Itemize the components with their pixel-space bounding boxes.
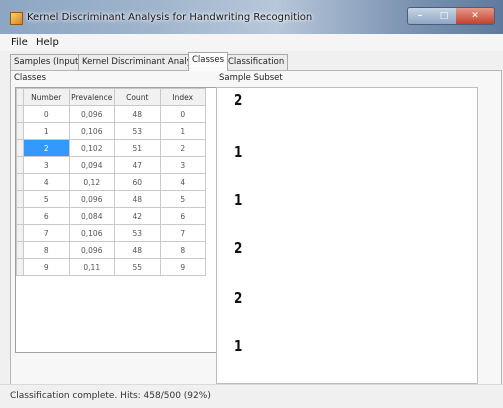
title-bar[interactable]: Kernel Discriminant Analysis for Handwri… — [0, 0, 503, 34]
column-header-count[interactable]: Count — [114, 88, 161, 106]
cell-prevalence[interactable]: 0,106 — [68, 224, 115, 242]
cell-count[interactable]: 60 — [114, 173, 161, 191]
row-header-corner — [16, 88, 24, 106]
cell-number[interactable]: 7 — [23, 224, 70, 242]
cell-number[interactable]: 9 — [23, 258, 70, 276]
tab-classes[interactable]: Classes — [188, 52, 229, 71]
cell-count[interactable]: 53 — [114, 224, 161, 242]
row-header[interactable] — [16, 173, 24, 191]
table-row[interactable]: 0 0,096 48 0 — [16, 105, 206, 123]
cell-count[interactable]: 42 — [114, 207, 161, 225]
column-header-index[interactable]: Index — [159, 88, 206, 106]
classes-group-label: Classes — [14, 73, 47, 83]
row-header[interactable] — [16, 207, 24, 225]
menu-bar: File Help — [0, 34, 503, 51]
cell-index[interactable]: 5 — [159, 190, 206, 208]
minimize-button[interactable]: – — [408, 8, 432, 24]
cell-count[interactable]: 51 — [114, 139, 161, 157]
grid-header-row: Number Prevalence Count Index — [16, 88, 206, 106]
cell-number[interactable]: 8 — [23, 241, 70, 259]
table-row[interactable]: 2 0,102 51 2 — [16, 139, 206, 157]
cell-index[interactable]: 0 — [159, 105, 206, 123]
tab-classification[interactable]: Classification — [224, 54, 289, 70]
cell-prevalence[interactable]: 0,102 — [68, 139, 115, 157]
sample-subset-panel: 2 1 1 2 2 1 — [216, 87, 478, 384]
cell-prevalence[interactable]: 0,106 — [68, 122, 115, 140]
cell-number[interactable]: 2 — [23, 139, 70, 157]
sample-digit-image: 2 — [234, 239, 243, 257]
cell-prevalence[interactable]: 0,096 — [68, 241, 115, 259]
tab-samples-input[interactable]: Samples (Input) — [10, 54, 86, 70]
cell-number[interactable]: 4 — [23, 173, 70, 191]
classes-grid[interactable]: Number Prevalence Count Index 0 0,096 48 0 1… — [15, 87, 217, 353]
sample-digit-image: 2 — [234, 289, 243, 307]
row-header[interactable] — [16, 122, 24, 140]
cell-index[interactable]: 9 — [159, 258, 206, 276]
sample-digit-image: 1 — [234, 191, 243, 209]
cell-index[interactable]: 7 — [159, 224, 206, 242]
table-row[interactable]: 3 0,094 47 3 — [16, 156, 206, 174]
tab-strip: Samples (Input) Kernel Discriminant Anal… — [10, 52, 430, 71]
table-row[interactable]: 8 0,096 48 8 — [16, 241, 206, 259]
row-header[interactable] — [16, 156, 24, 174]
sample-subset-group-label: Sample Subset — [219, 73, 283, 83]
status-text: Classification complete. Hits: 458/500 (… — [10, 391, 211, 401]
table-row[interactable]: 5 0,096 48 5 — [16, 190, 206, 208]
cell-prevalence[interactable]: 0,084 — [68, 207, 115, 225]
sample-digit-image: 1 — [234, 143, 243, 161]
row-header[interactable] — [16, 224, 24, 242]
cell-index[interactable]: 6 — [159, 207, 206, 225]
cell-number[interactable]: 1 — [23, 122, 70, 140]
cell-count[interactable]: 48 — [114, 105, 161, 123]
cell-number[interactable]: 6 — [23, 207, 70, 225]
cell-index[interactable]: 4 — [159, 173, 206, 191]
cell-number[interactable]: 0 — [23, 105, 70, 123]
column-header-number[interactable]: Number — [23, 88, 70, 106]
table-row[interactable]: 7 0,106 53 7 — [16, 224, 206, 242]
table-row[interactable]: 4 0,12 60 4 — [16, 173, 206, 191]
column-header-prevalence[interactable]: Prevalence — [68, 88, 115, 106]
cell-prevalence[interactable]: 0,094 — [68, 156, 115, 174]
cell-count[interactable]: 53 — [114, 122, 161, 140]
row-header[interactable] — [16, 139, 24, 157]
table-row[interactable]: 9 0,11 55 9 — [16, 258, 206, 276]
cell-number[interactable]: 5 — [23, 190, 70, 208]
cell-index[interactable]: 8 — [159, 241, 206, 259]
menu-help[interactable]: Help — [36, 37, 59, 48]
cell-prevalence[interactable]: 0,12 — [68, 173, 115, 191]
cell-count[interactable]: 55 — [114, 258, 161, 276]
window-title: Kernel Discriminant Analysis for Handwri… — [27, 12, 313, 23]
grid-body: 0 0,096 48 0 1 0,106 53 1 2 0,102 51 2 3 0,094 47 3 4 0,1… — [16, 105, 206, 276]
cell-count[interactable]: 48 — [114, 190, 161, 208]
row-header[interactable] — [16, 241, 24, 259]
row-header[interactable] — [16, 105, 24, 123]
table-row[interactable]: 6 0,084 42 6 — [16, 207, 206, 225]
cell-prevalence[interactable]: 0,096 — [68, 190, 115, 208]
cell-index[interactable]: 2 — [159, 139, 206, 157]
status-bar: Classification complete. Hits: 458/500 (… — [0, 384, 503, 408]
maximize-button[interactable]: □ — [432, 8, 456, 24]
app-icon — [10, 12, 23, 25]
cell-count[interactable]: 48 — [114, 241, 161, 259]
sample-digit-image: 1 — [234, 337, 243, 355]
cell-prevalence[interactable]: 0,11 — [68, 258, 115, 276]
classes-tab-panel: Classes Sample Subset Number Prevalence … — [10, 70, 502, 385]
menu-file[interactable]: File — [11, 37, 28, 48]
cell-prevalence[interactable]: 0,096 — [68, 105, 115, 123]
cell-number[interactable]: 3 — [23, 156, 70, 174]
sample-digit-image: 2 — [234, 91, 243, 109]
close-button[interactable]: ✕ — [456, 8, 494, 24]
row-header[interactable] — [16, 258, 24, 276]
application-window: Kernel Discriminant Analysis for Handwri… — [0, 0, 503, 408]
table-row[interactable]: 1 0,106 53 1 — [16, 122, 206, 140]
cell-count[interactable]: 47 — [114, 156, 161, 174]
cell-index[interactable]: 1 — [159, 122, 206, 140]
cell-index[interactable]: 3 — [159, 156, 206, 174]
window-controls: – □ ✕ — [407, 7, 495, 25]
row-header[interactable] — [16, 190, 24, 208]
